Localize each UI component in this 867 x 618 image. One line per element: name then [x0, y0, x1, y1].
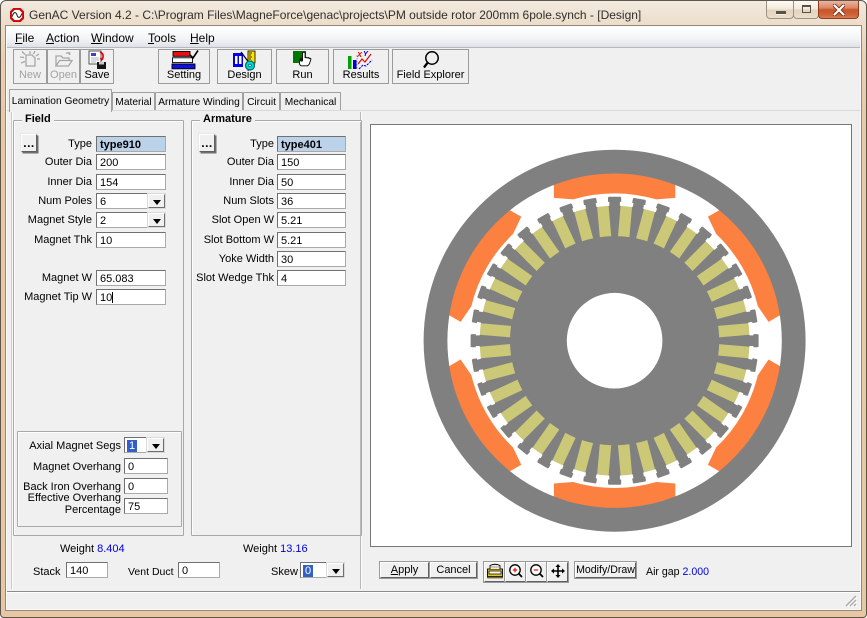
- svg-text:Y: Y: [363, 50, 369, 58]
- svg-text:X: X: [356, 50, 363, 59]
